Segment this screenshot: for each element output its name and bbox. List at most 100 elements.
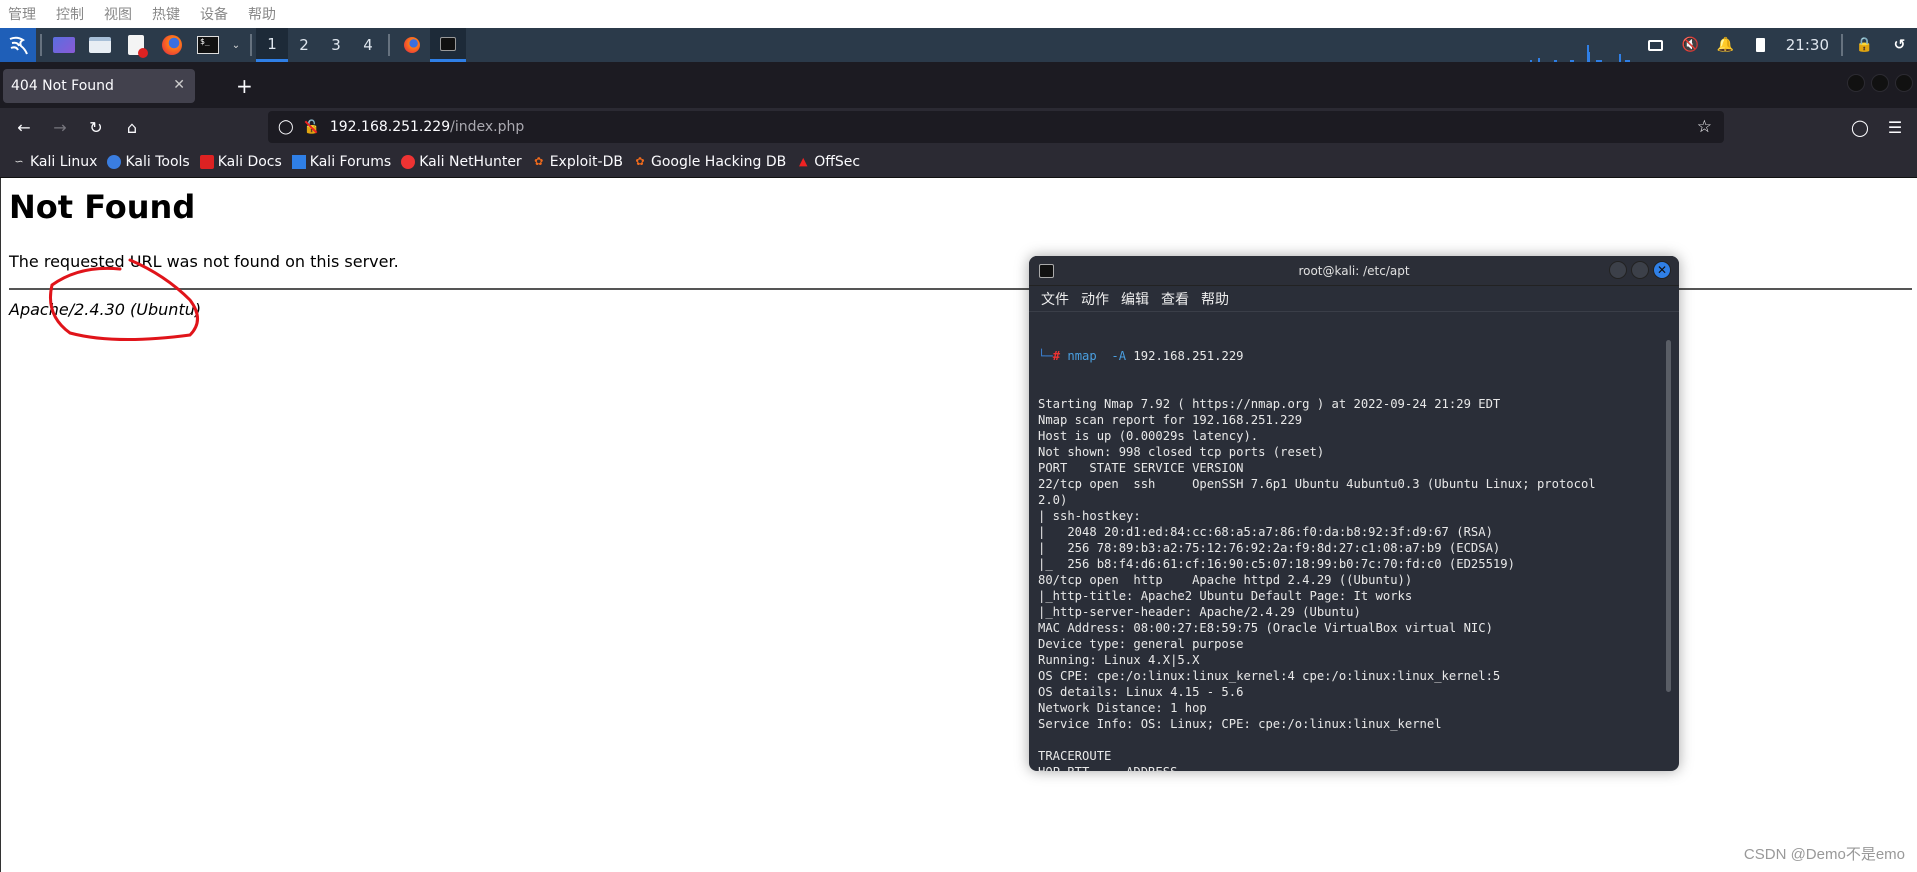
page-heading: Not Found	[9, 188, 196, 226]
watermark: CSDN @Demo不是emo	[1743, 846, 1905, 863]
firefox-launcher-icon[interactable]	[154, 28, 190, 62]
minimize-button[interactable]	[1847, 74, 1865, 92]
hamburger-menu-icon[interactable]: ☰	[1885, 117, 1905, 137]
network-wired-icon[interactable]	[1638, 28, 1673, 62]
vbox-menu-help[interactable]: 帮助	[248, 4, 276, 24]
new-tab-button[interactable]: +	[236, 76, 253, 96]
terminal-close-button[interactable]: ✕	[1653, 261, 1671, 279]
notification-bell-icon[interactable]: 🔔	[1708, 28, 1743, 62]
terminal-output-line: Running: Linux 4.X|5.X	[1038, 653, 1200, 667]
terminal-output-line: 2.0)	[1038, 493, 1068, 507]
logout-icon[interactable]: ↺	[1882, 28, 1917, 62]
terminal-menu-file[interactable]: 文件	[1041, 289, 1069, 309]
terminal-menu-view[interactable]: 查看	[1161, 289, 1189, 309]
kali-forums-icon	[291, 154, 306, 169]
launcher-dropdown-chevron-icon[interactable]: ⌄	[226, 28, 246, 62]
vbox-menu-view[interactable]: 视图	[104, 4, 132, 24]
clock[interactable]: 21:30	[1778, 36, 1837, 54]
terminal-menubar: 文件 动作 编辑 查看 帮助	[1029, 286, 1679, 312]
firefox-task-button[interactable]	[394, 28, 430, 62]
bookmark-star-icon[interactable]: ☆	[1697, 117, 1712, 137]
workspace-2[interactable]: 2	[288, 28, 320, 62]
workspace-3[interactable]: 3	[320, 28, 352, 62]
kali-docs-icon	[199, 154, 214, 169]
terminal-icon	[440, 36, 456, 51]
workspace-1[interactable]: 1	[256, 28, 288, 62]
terminal-output-line: |_ 256 b8:f4:d6:61:cf:16:90:c5:07:18:99:…	[1038, 557, 1515, 571]
terminal-output-line: Starting Nmap 7.92 ( https://nmap.org ) …	[1038, 397, 1501, 411]
workspace-4[interactable]: 4	[352, 28, 384, 62]
terminal-menu-actions[interactable]: 动作	[1081, 289, 1109, 309]
prompt-line: └─# nmap -A 192.168.251.229	[1038, 349, 1244, 363]
reload-icon[interactable]: ↻	[86, 117, 106, 137]
vbox-menu-manage[interactable]: 管理	[8, 4, 36, 24]
bookmark-exploit-db[interactable]: ✿ Exploit-DB	[532, 154, 623, 170]
terminal-output-line: | 2048 20:d1:ed:84:cc:68:a5:a7:86:f0:da:…	[1038, 525, 1493, 539]
pocket-icon[interactable]: ◯	[1850, 117, 1870, 137]
insecure-lock-icon[interactable]: 🔓	[304, 120, 320, 135]
kali-menu-icon[interactable]	[0, 28, 36, 62]
url-path: /index.php	[450, 119, 525, 135]
terminal-menu-edit[interactable]: 编辑	[1121, 289, 1149, 309]
terminal-output-line: 22/tcp open ssh OpenSSH 7.6p1 Ubuntu 4ub…	[1038, 477, 1596, 491]
network-monitor-graph	[1530, 45, 1630, 62]
taskbar-separator	[388, 34, 390, 56]
kali-dragon-icon: ∽	[14, 155, 24, 168]
browser-tab-bar: 404 Not Found ✕ +	[0, 62, 1917, 108]
tracking-protection-shield-icon[interactable]: ◯	[278, 119, 294, 135]
url-host: 192.168.251.229	[329, 119, 451, 135]
terminal-menu-help[interactable]: 帮助	[1201, 289, 1229, 309]
terminal-titlebar[interactable]: root@kali: /etc/apt ✕	[1029, 256, 1679, 286]
tab-close-icon[interactable]: ✕	[173, 77, 185, 93]
bookmark-kali-tools[interactable]: Kali Tools	[107, 154, 190, 170]
browser-navbar: ← → ↻ ⌂ ◯ 🔓 192.168.251.229/index.php ☆ …	[0, 108, 1917, 146]
terminal-output[interactable]: └─# nmap -A 192.168.251.229 Starting Nma…	[1029, 312, 1679, 771]
terminal-window-icon	[1039, 264, 1054, 278]
offsec-icon: ▲	[798, 155, 808, 168]
error-message: The requested URL was not found on this …	[9, 252, 399, 271]
volume-muted-icon[interactable]: 🔇	[1673, 28, 1708, 62]
terminal-output-line: Not shown: 998 closed tcp ports (reset)	[1038, 445, 1325, 459]
firefox-icon	[404, 37, 420, 53]
back-arrow-icon[interactable]: ←	[14, 117, 34, 137]
bookmark-kali-linux[interactable]: ∽ Kali Linux	[12, 154, 97, 170]
vbox-menu-devices[interactable]: 设备	[200, 4, 228, 24]
terminal-task-button[interactable]	[430, 28, 466, 62]
lock-screen-icon[interactable]: 🔒	[1847, 28, 1882, 62]
terminal-output-line: Device type: general purpose	[1038, 637, 1244, 651]
ghdb-icon: ✿	[635, 155, 645, 168]
terminal-output-line: |_http-server-header: Apache/2.4.29 (Ubu…	[1038, 605, 1361, 619]
terminal-launcher-icon[interactable]: $_	[190, 28, 226, 62]
terminal-output-line: | 256 78:89:b3:a2:75:12:76:92:2a:f9:8d:2…	[1038, 541, 1501, 555]
vbox-menu-hotkey[interactable]: 热键	[152, 4, 180, 24]
terminal-output-line: |_http-title: Apache2 Ubuntu Default Pag…	[1038, 589, 1413, 603]
bookmark-offsec[interactable]: ▲ OffSec	[796, 154, 860, 170]
window-controls	[1847, 74, 1917, 92]
terminal-window[interactable]: root@kali: /etc/apt ✕ 文件 动作 编辑 查看 帮助 └─#…	[1029, 256, 1679, 771]
show-desktop-icon[interactable]	[46, 28, 82, 62]
bookmark-kali-docs[interactable]: Kali Docs	[199, 154, 282, 170]
bookmark-google-hacking-db[interactable]: ✿ Google Hacking DB	[633, 154, 786, 170]
bookmarks-toolbar: ∽ Kali Linux Kali Tools Kali Docs Kali Fo…	[0, 146, 1917, 178]
file-manager-icon[interactable]	[82, 28, 118, 62]
maximize-button[interactable]	[1871, 74, 1889, 92]
taskbar-separator	[250, 34, 252, 56]
close-window-button[interactable]	[1895, 74, 1913, 92]
terminal-output-line: 80/tcp open http Apache httpd 2.4.29 ((U…	[1038, 573, 1413, 587]
battery-charging-icon[interactable]	[1743, 28, 1778, 62]
text-editor-icon[interactable]	[118, 28, 154, 62]
terminal-output-line: MAC Address: 08:00:27:E8:59:75 (Oracle V…	[1038, 621, 1493, 635]
terminal-scrollbar[interactable]	[1666, 340, 1671, 692]
tab-404-not-found[interactable]: 404 Not Found ✕	[3, 69, 195, 103]
bookmark-kali-nethunter[interactable]: Kali NetHunter	[401, 154, 522, 170]
home-icon[interactable]: ⌂	[122, 117, 142, 137]
terminal-maximize-button[interactable]	[1631, 261, 1649, 279]
forward-arrow-icon[interactable]: →	[50, 117, 70, 137]
terminal-minimize-button[interactable]	[1609, 261, 1627, 279]
terminal-title: root@kali: /etc/apt	[1298, 263, 1410, 278]
bookmark-kali-forums[interactable]: Kali Forums	[291, 154, 391, 170]
vbox-menu-control[interactable]: 控制	[56, 4, 84, 24]
terminal-output-line: PORT STATE SERVICE VERSION	[1038, 461, 1244, 475]
url-bar[interactable]: ◯ 🔓 192.168.251.229/index.php ☆	[268, 111, 1724, 143]
